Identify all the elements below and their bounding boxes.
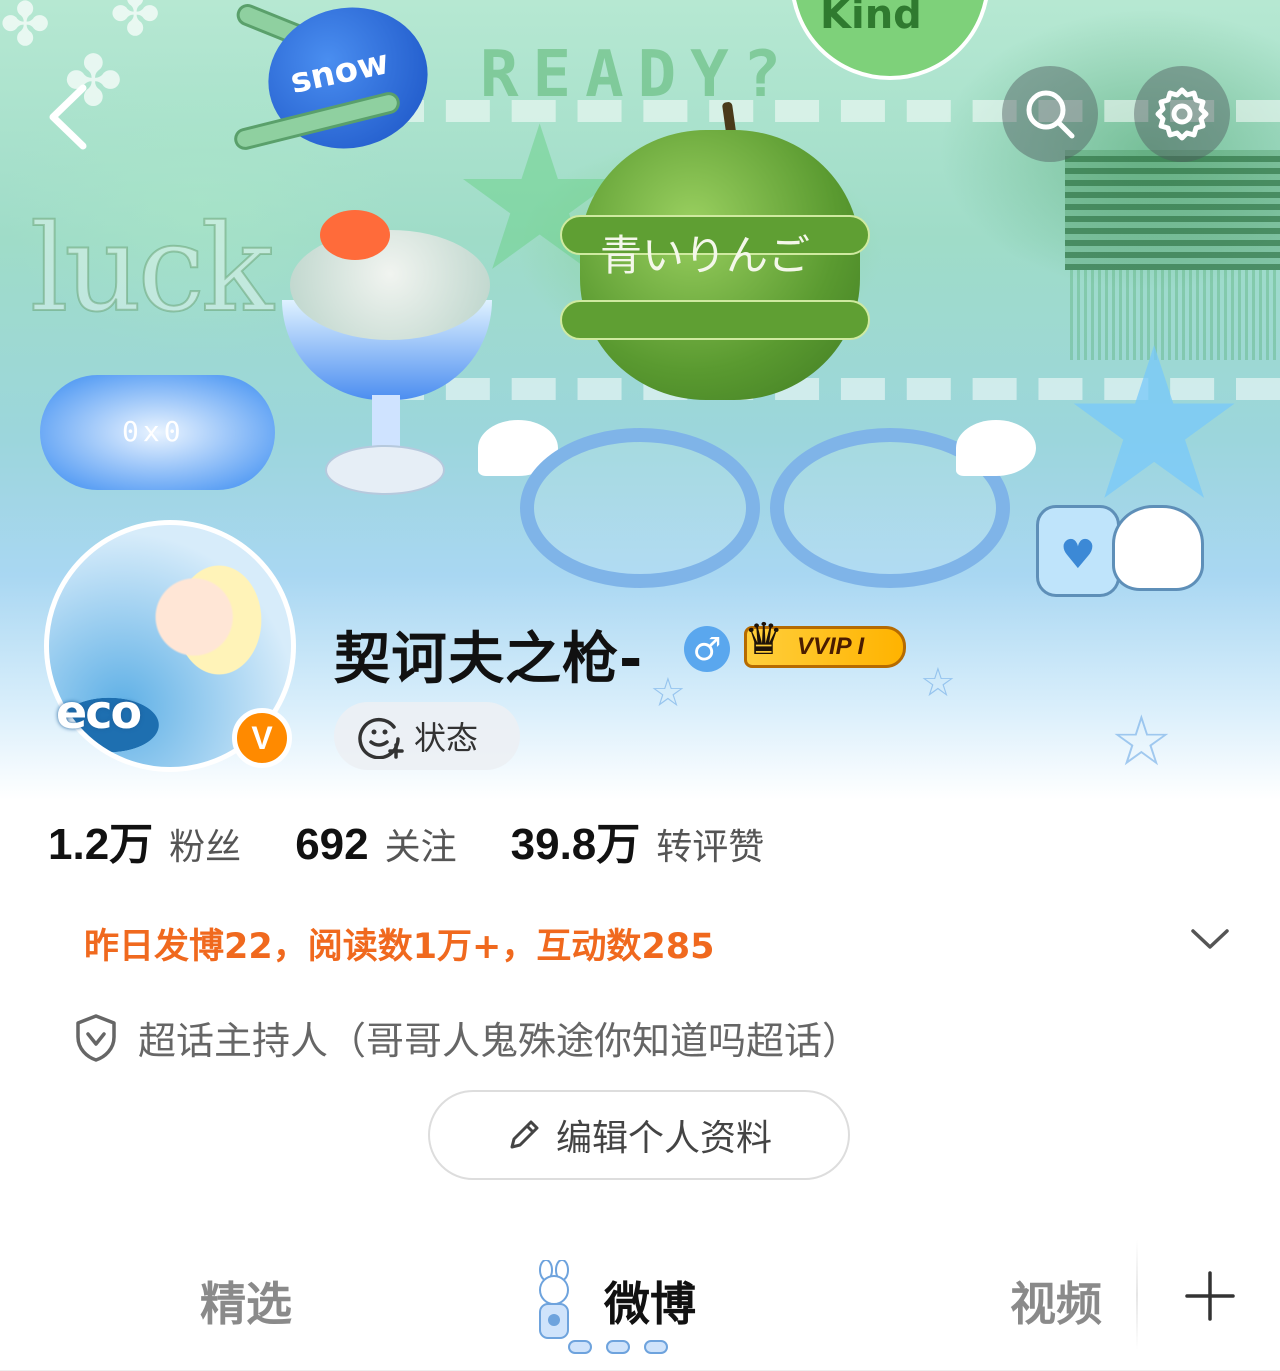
banner-small-star-icon: ☆ [1110,700,1173,782]
activity-summary[interactable]: 昨日发博22，阅读数1万+，互动数285 [84,918,714,969]
indicator-pill [606,1340,630,1354]
tab-featured[interactable]: 精选 [200,1268,292,1334]
profile-stats: 1.2万 粉丝 692 关注 39.8万 转评赞 [48,808,818,872]
bunny-mascot-icon [539,1260,569,1339]
banner-clover-icon: ✤ [110,0,161,50]
banner-small-star-icon: ☆ [650,670,686,716]
banner-jar-heart-icon: ♥ [1060,532,1096,578]
tab-divider [1136,1240,1138,1350]
banner-parfait-top [290,230,490,340]
banner-bubble-text: 0x0 [122,415,185,448]
smiley-add-icon [358,717,404,759]
banner-apple-text: 青いりんご [600,231,811,280]
crown-icon: ♛ [744,614,784,665]
expand-button[interactable] [1180,914,1240,964]
banner-kind-text: Kind [820,0,922,38]
chevron-down-icon [1191,929,1229,949]
settings-button[interactable] [1134,66,1230,162]
banner-blue-star-icon: ★ [1060,302,1249,547]
stat-followers[interactable]: 1.2万 粉丝 [48,808,241,872]
banner-luck-text: luck [29,199,275,340]
banner-small-star-icon: ☆ [920,660,956,706]
banner-glasses-lens-left [520,428,760,588]
status-label: 状态 [414,719,479,757]
username: 契诃夫之枪- [334,627,644,692]
stat-value: 39.8万 [510,820,641,869]
stat-value: 692 [295,820,369,869]
stat-label: 粉丝 [169,827,242,868]
vip-badge-label: VVIP I [797,633,865,660]
indicator-pill [644,1340,668,1354]
super-topic-host[interactable]: 超话主持人（哥哥人鬼殊途你知道吗超话） [74,1010,860,1065]
back-button[interactable] [28,72,108,162]
stat-label: 转评赞 [656,827,765,868]
plus-icon [1185,1271,1235,1321]
edit-profile-label: 编辑个人资料 [555,1118,772,1159]
chevron-left-icon [49,84,87,150]
banner-parfait-cherry [320,210,390,260]
stat-value: 1.2万 [48,820,154,869]
banner-clover-icon: ✤ [0,0,51,60]
male-gender-icon: ♂ [684,626,730,672]
stat-label: 关注 [384,827,457,868]
stat-following[interactable]: 692 关注 [295,818,456,870]
stat-interactions[interactable]: 39.8万 转评赞 [511,808,765,872]
active-tab-indicator [568,1340,668,1354]
gear-icon [1155,87,1209,141]
indicator-pill [568,1340,592,1354]
avatar-text: eco [56,685,142,739]
shield-icon [76,1013,116,1062]
add-tab-button[interactable] [1170,1256,1250,1336]
banner-apple-slice [560,300,870,340]
tab-video[interactable]: 视频 [1010,1268,1102,1334]
pencil-icon [510,1120,539,1149]
edit-profile-button[interactable]: 编辑个人资料 [428,1090,850,1180]
verified-badge: V [232,708,292,768]
banner-glitch-block [1065,150,1280,270]
banner-cat-sticker [1112,505,1204,591]
profile-tab-bar: 精选 微博 视频 [0,1240,1280,1371]
status-button[interactable]: 状态 [334,702,520,770]
super-topic-host-label: 超话主持人（哥哥人鬼殊途你知道吗超话） [138,1019,861,1063]
banner-wing-right [956,420,1036,476]
tab-weibo[interactable]: 微博 [604,1268,696,1334]
banner-ready-text: READY? [480,38,796,112]
search-button[interactable] [1002,66,1098,162]
search-icon [1026,90,1075,139]
banner-parfait-base [325,445,445,495]
